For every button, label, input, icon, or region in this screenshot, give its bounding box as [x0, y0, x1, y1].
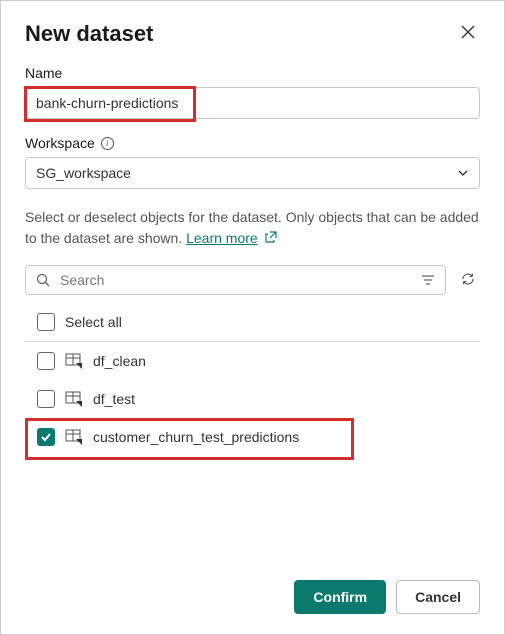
table-icon — [65, 390, 83, 408]
select-all-checkbox[interactable] — [37, 313, 55, 331]
name-input[interactable] — [25, 87, 480, 119]
workspace-select[interactable]: SG_workspace — [25, 157, 480, 189]
checkbox[interactable] — [37, 352, 55, 370]
search-icon — [36, 273, 50, 287]
new-dataset-dialog: New dataset Name Workspace i SG_workspac… — [0, 0, 505, 635]
learn-more-link[interactable]: Learn more — [186, 230, 258, 246]
table-icon — [65, 352, 83, 370]
list-item[interactable]: df_clean — [25, 342, 480, 380]
refresh-icon — [460, 271, 476, 287]
workspace-label-text: Workspace — [25, 135, 95, 151]
info-icon[interactable]: i — [101, 137, 114, 150]
search-input[interactable] — [58, 271, 413, 289]
learn-more-text: Learn more — [186, 230, 258, 246]
dialog-header: New dataset — [25, 21, 480, 47]
confirm-button[interactable]: Confirm — [294, 580, 386, 614]
list-item-label: df_clean — [93, 353, 146, 369]
table-icon — [65, 428, 83, 446]
dialog-footer: Confirm Cancel — [25, 564, 480, 614]
external-link-icon — [265, 231, 277, 243]
list-item-label: customer_churn_test_predictions — [93, 429, 299, 445]
name-input-wrap — [25, 87, 480, 119]
checkbox[interactable] — [37, 428, 55, 446]
help-text: Select or deselect objects for the datas… — [25, 207, 480, 249]
cancel-button[interactable]: Cancel — [396, 580, 480, 614]
search-box[interactable] — [25, 265, 446, 295]
chevron-down-icon — [457, 167, 469, 179]
list-item-label: df_test — [93, 391, 135, 407]
list-item[interactable]: df_test — [25, 380, 480, 418]
close-button[interactable] — [456, 21, 480, 45]
checkbox[interactable] — [37, 390, 55, 408]
filter-icon[interactable] — [421, 273, 435, 287]
select-all-row[interactable]: Select all — [25, 305, 480, 342]
name-label: Name — [25, 65, 480, 81]
object-list: Select all df_clean df_test customer_chu… — [25, 305, 480, 564]
workspace-value: SG_workspace — [36, 165, 131, 181]
search-row — [25, 265, 480, 295]
dialog-title: New dataset — [25, 21, 153, 47]
select-all-label: Select all — [65, 314, 122, 330]
close-icon — [461, 23, 475, 44]
refresh-button[interactable] — [456, 267, 480, 294]
list-item[interactable]: customer_churn_test_predictions — [25, 418, 480, 456]
workspace-label: Workspace i — [25, 135, 480, 151]
